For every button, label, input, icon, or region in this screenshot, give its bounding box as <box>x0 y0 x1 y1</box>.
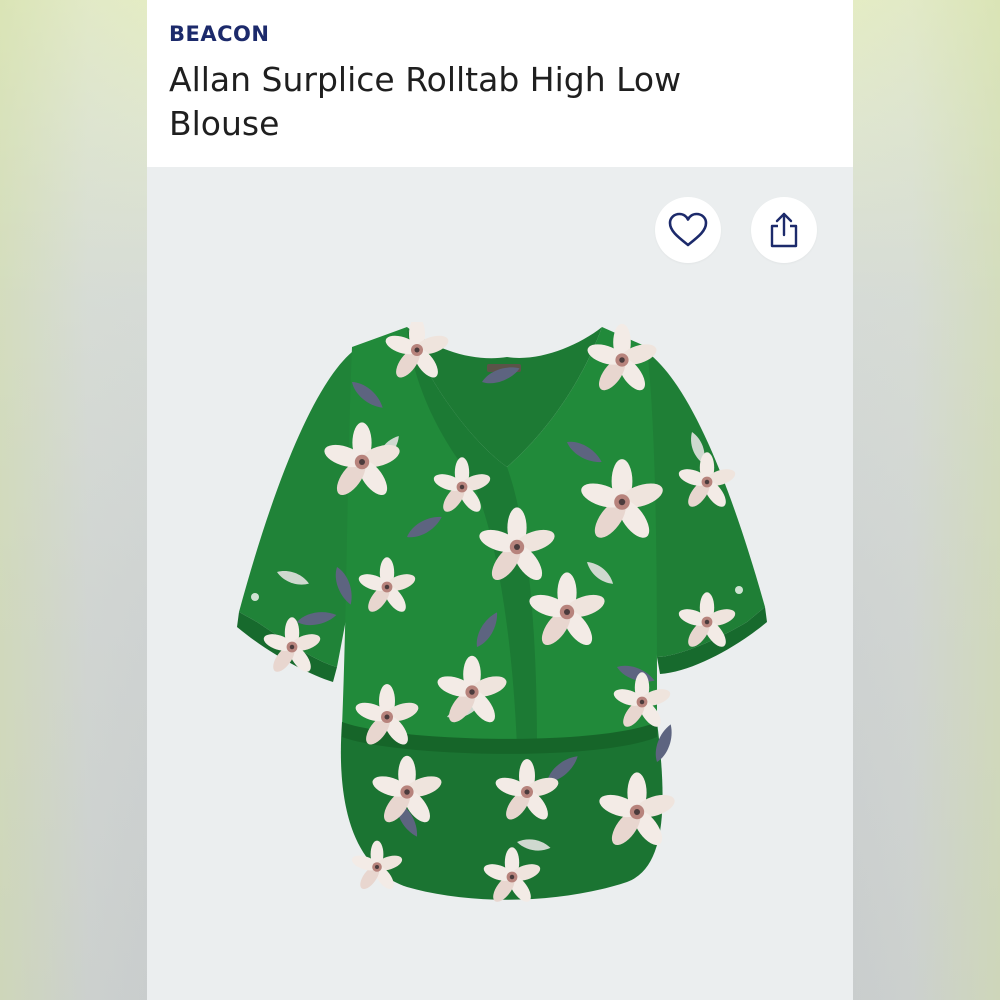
favorite-button[interactable] <box>655 197 721 263</box>
background-left-blur <box>0 0 147 1000</box>
share-icon <box>770 212 798 248</box>
share-button[interactable] <box>751 197 817 263</box>
product-header: BEACON Allan Surplice Rolltab High Low B… <box>147 0 853 167</box>
product-title: Allan Surplice Rolltab High Low Blouse <box>169 60 682 143</box>
product-card: BEACON Allan Surplice Rolltab High Low B… <box>147 0 853 1000</box>
product-image-area <box>147 167 853 1000</box>
heart-icon <box>668 212 708 247</box>
background-right-blur <box>853 0 1000 1000</box>
product-photo-blouse <box>237 322 767 906</box>
brand-name[interactable]: BEACON <box>169 22 269 46</box>
